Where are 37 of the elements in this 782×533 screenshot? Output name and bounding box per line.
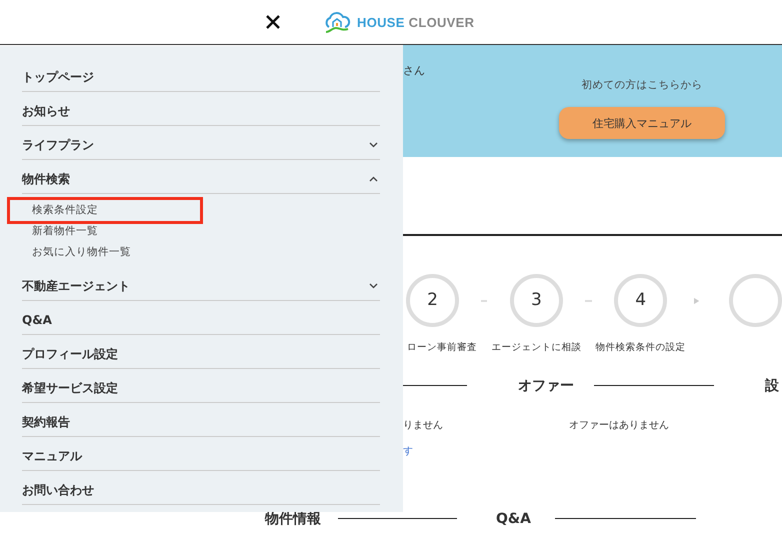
- step-label: 物件検索条件の設定: [596, 340, 686, 354]
- section-heading: 物件情報: [265, 510, 321, 528]
- menu-item[interactable]: Q&A: [22, 300, 380, 334]
- step-label: エージェントに相談: [491, 340, 582, 354]
- section-heading: オファー: [518, 376, 574, 394]
- empty-message: オファーはありません: [569, 418, 669, 432]
- step-circle: 2: [406, 274, 459, 326]
- empty-message: りません: [403, 418, 443, 432]
- chevron-down-icon: [369, 283, 378, 289]
- menu-item[interactable]: お知らせ: [22, 92, 380, 126]
- chevron-up-icon: [369, 176, 378, 182]
- menu-item[interactable]: ライフプラン: [22, 126, 380, 160]
- section-heading: Q&A: [496, 510, 531, 526]
- menu-item[interactable]: 契約報告: [22, 402, 380, 436]
- manual-button[interactable]: 住宅購入マニュアル: [559, 107, 725, 139]
- menu-item[interactable]: 希望サービス設定: [22, 368, 380, 402]
- more-link[interactable]: す: [403, 444, 782, 458]
- section-heading: 設: [765, 376, 779, 394]
- chevron-down-icon: [369, 142, 378, 148]
- menu-item[interactable]: マニュアル: [22, 436, 380, 470]
- greeting-text: さん: [403, 63, 425, 77]
- menu-item[interactable]: 不動産エージェント: [22, 266, 380, 300]
- intro-text: 初めての方はこちらから: [582, 78, 702, 92]
- menu-item[interactable]: お問い合わせ: [22, 470, 380, 504]
- close-icon[interactable]: [265, 14, 281, 30]
- step-label: ローン事前審査: [407, 340, 477, 354]
- submenu-item[interactable]: 新着物件一覧: [22, 220, 98, 242]
- submenu-item[interactable]: お気に入り物件一覧: [22, 242, 131, 262]
- menu-item[interactable]: トップページ: [22, 58, 380, 92]
- cloud-house-icon: [323, 10, 351, 34]
- logo-text: HOUSE CLOUVER: [357, 14, 474, 30]
- menu-item[interactable]: 物件検索: [22, 160, 380, 194]
- submenu-item[interactable]: 検索条件設定: [10, 200, 200, 220]
- step-circle: 4: [614, 274, 668, 326]
- step-circle: 3: [510, 274, 563, 326]
- step-circle: [729, 274, 782, 326]
- menu-item[interactable]: プロフィール設定: [22, 334, 380, 368]
